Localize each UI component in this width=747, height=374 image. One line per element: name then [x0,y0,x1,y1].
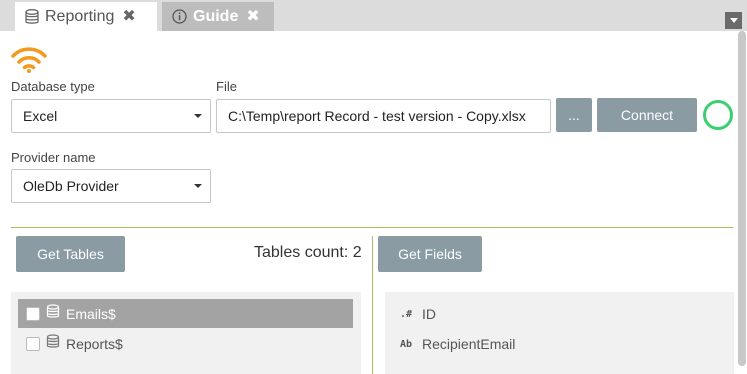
tab-menu-dropdown[interactable] [725,12,742,29]
tab-label: Guide [193,7,239,25]
table-checkbox[interactable] [26,306,40,321]
provider-value: OleDb Provider [23,178,119,194]
connect-label: Connect [620,107,674,123]
tab-guide[interactable]: Guide ✖ [162,2,274,31]
info-icon [172,9,187,24]
table-checkbox[interactable] [26,336,40,351]
provider-select[interactable]: OleDb Provider [11,169,211,203]
chevron-down-icon [194,114,202,118]
section-divider [11,227,733,228]
connection-status-indicator [703,100,733,130]
table-name: Emails$ [66,305,116,322]
tables-count: Tables count: 2 [254,244,362,261]
table-icon [46,334,66,353]
file-path-value: C:\Temp\report Record - test version - C… [228,108,526,124]
database-type-select[interactable]: Excel [11,99,211,133]
get-fields-label: Get Fields [398,246,462,262]
table-name: Reports$ [66,335,123,352]
table-row[interactable]: Emails$ [18,299,353,328]
field-name: ID [422,306,436,322]
wifi-icon [11,44,47,79]
tab-reporting[interactable]: Reporting ✖ [15,2,157,31]
column-divider [372,236,373,374]
table-row[interactable]: Reports$ [18,329,353,358]
browse-button[interactable]: ... [556,98,592,132]
provider-name-label: Provider name [11,150,96,165]
table-icon [46,304,66,323]
vertical-scrollbar[interactable] [738,31,746,366]
close-icon[interactable]: ✖ [122,8,135,25]
chevron-down-icon [194,184,202,188]
field-row[interactable]: .# ID [400,302,720,326]
numeric-type-icon: .# [400,308,413,320]
tab-label: Reporting [45,7,115,25]
field-name: RecipientEmail [422,336,516,352]
database-type-label: Database type [11,79,95,94]
chevron-down-icon [729,18,738,23]
browse-label: ... [568,107,580,123]
connect-button[interactable]: Connect [597,98,697,132]
text-type-icon: Ab [400,338,413,350]
tab-strip: Reporting ✖ Guide ✖ [0,0,747,31]
get-fields-button[interactable]: Get Fields [378,236,482,272]
get-tables-label: Get Tables [37,246,104,262]
get-tables-button[interactable]: Get Tables [16,236,125,272]
close-icon[interactable]: ✖ [246,8,259,25]
field-row[interactable]: Ab RecipientEmail [400,332,720,356]
file-label: File [216,79,237,94]
database-type-value: Excel [23,108,58,124]
file-path-input[interactable]: C:\Temp\report Record - test version - C… [216,99,551,133]
database-icon [25,8,39,25]
